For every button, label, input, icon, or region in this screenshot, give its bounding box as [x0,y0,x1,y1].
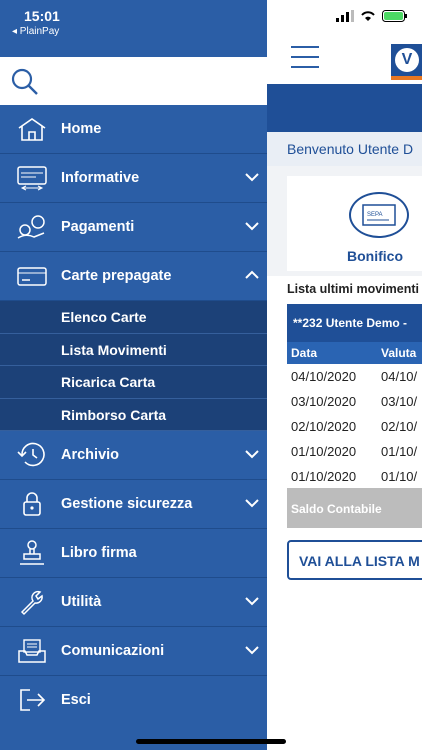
col-valuta: Valuta [381,346,417,360]
home-icon [16,115,48,143]
menu-item-informative[interactable]: Informative [0,154,267,203]
chevron-down-icon [245,221,259,231]
status-bar-left: 15:01 ◂ PlainPay [0,0,267,57]
chevron-down-icon [245,645,259,655]
table-header: Data Valuta [287,342,422,364]
saldo-row: Saldo Contabile [287,488,422,528]
status-time: 15:01 [24,8,60,24]
signal-icon [336,10,354,22]
menu-item-home[interactable]: Home [0,105,267,154]
table-row: 01/10/2020 01/10/ [291,444,418,459]
shortcut-area: SEPA Bonifico [267,166,422,276]
drawer-menu: Home Informative Pagamenti Carte prepaga… [0,105,267,725]
card-icon [16,262,48,290]
sepa-label: SEPA [367,212,383,218]
chevron-down-icon [245,449,259,459]
info-card-icon [16,164,48,192]
menu-label: Informative [61,170,140,186]
menu-item-gestione-sicurezza[interactable]: Gestione sicurezza [0,480,267,529]
welcome-text: Benvenuto Utente D [287,141,414,157]
logout-icon [16,686,48,714]
app-header: V [267,40,422,80]
bonifico-button[interactable]: SEPA Bonifico [287,176,422,271]
sepa-transfer-icon: SEPA [349,192,409,238]
table-row: 04/10/2020 04/10/ [291,369,418,384]
search-icon[interactable] [10,67,40,97]
chevron-down-icon [245,596,259,606]
vai-alla-lista-button[interactable]: VAI ALLA LISTA M [287,540,422,580]
lock-icon [16,490,48,518]
menu-item-carte-prepagate[interactable]: Carte prepagate [0,252,267,301]
menu-label: Esci [61,692,91,708]
menu-label: Pagamenti [61,219,135,235]
table-row: 01/10/2020 01/10/ [291,469,418,484]
saldo-label: Saldo Contabile [291,502,382,516]
menu-item-archivio[interactable]: Archivio [0,431,267,480]
status-bar-right [262,0,422,40]
menu-label: Home [61,121,102,137]
bank-logo: V [391,44,422,80]
welcome-bar: Benvenuto Utente D [267,132,422,166]
stamp-icon [16,539,48,567]
header-band [267,84,422,132]
history-icon [16,441,48,469]
bonifico-label: Bonifico [347,248,403,264]
submenu-item-lista-movimenti[interactable]: Lista Movimenti [0,333,267,366]
menu-item-libro-firma[interactable]: Libro firma [0,529,267,578]
menu-label: Gestione sicurezza [61,496,193,512]
submenu-item-elenco-carte[interactable]: Elenco Carte [0,301,267,334]
side-drawer: 15:01 ◂ PlainPay Home Informative Pagame… [0,0,267,750]
wrench-icon [16,588,48,616]
lista-title: Lista ultimi movimenti [287,282,419,296]
hamburger-menu-icon[interactable] [291,46,319,68]
menu-item-utilita[interactable]: Utilità [0,578,267,627]
menu-label: Comunicazioni [61,643,165,659]
menu-item-comunicazioni[interactable]: Comunicazioni [0,627,267,676]
movements-table: 04/10/2020 04/10/ 03/10/2020 03/10/ 02/10/… [287,364,422,489]
menu-label: Carte prepagate [61,268,172,284]
inbox-icon [16,637,48,665]
menu-item-pagamenti[interactable]: Pagamenti [0,203,267,252]
back-to-app-link[interactable]: ◂ PlainPay [12,26,59,37]
table-row: 02/10/2020 02/10/ [291,419,418,434]
chevron-down-icon [245,172,259,182]
menu-label: Utilità [61,594,102,610]
chevron-down-icon [245,498,259,508]
battery-icon [382,10,408,22]
account-text: **232 Utente Demo - [293,316,408,330]
submenu-item-rimborso-carta[interactable]: Rimborso Carta [0,398,267,431]
chevron-up-icon [245,270,259,280]
submenu-item-ricarica-carta[interactable]: Ricarica Carta [0,366,267,399]
account-selector[interactable]: **232 Utente Demo - [287,304,422,342]
col-data: Data [291,346,318,360]
wifi-icon [360,10,376,22]
home-indicator[interactable] [136,739,286,744]
table-row: 03/10/2020 03/10/ [291,394,418,409]
payments-icon [16,213,48,241]
search-input[interactable] [48,65,258,97]
menu-label: Archivio [61,447,120,463]
menu-item-esci[interactable]: Esci [0,676,267,725]
menu-label: Libro firma [61,545,137,561]
search-bar [0,57,267,105]
vai-alla-lista-label: VAI ALLA LISTA M [299,553,420,569]
